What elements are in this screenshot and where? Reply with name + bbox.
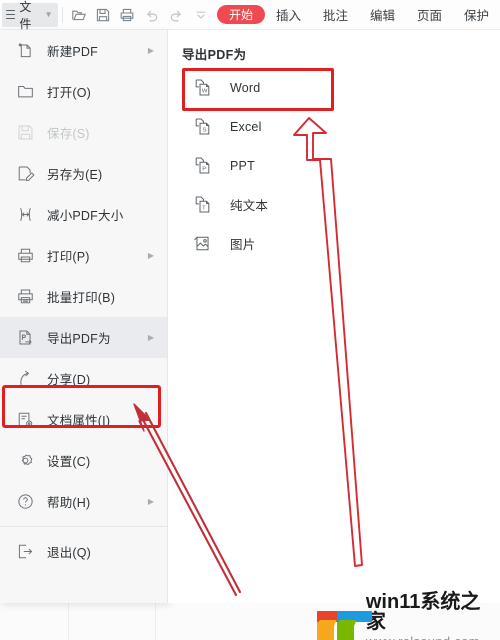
share-icon [12, 366, 38, 392]
menu-item-save: 保存(S) [0, 112, 167, 153]
chevron-down-icon: ▼ [44, 9, 53, 19]
file-menu-button[interactable]: 文件 ▼ [2, 0, 58, 31]
submenu-item-label: 图片 [230, 238, 256, 252]
menu-item-exit[interactable]: 退出(Q) [0, 531, 167, 572]
tab-start[interactable]: 开始 [216, 5, 265, 24]
export-pdf-submenu: 导出PDF为 W Word S Excel P PPT T 纯文本 图片 [168, 30, 500, 603]
open-folder-icon [12, 79, 38, 105]
wps-pdf-window: 文件 ▼ 开始 插入 批注 编辑 页面 保护 新建PDF ▶ 打开(O) 保存(… [0, 0, 500, 640]
menu-item-label: 打印(P) [47, 250, 90, 264]
menu-item-batch-print[interactable]: 批量打印(B) [0, 276, 167, 317]
open-folder-icon[interactable] [68, 3, 88, 27]
submenu-item-image[interactable]: 图片 [168, 224, 500, 263]
menu-item-help[interactable]: 帮助(H) ▶ [0, 481, 167, 522]
redo-icon[interactable] [166, 3, 186, 27]
watermark: win11系统之家 www.relsound.com [312, 592, 500, 640]
print-icon[interactable] [117, 3, 137, 27]
menu-item-print[interactable]: 打印(P) ▶ [0, 235, 167, 276]
menu-item-export-pdf[interactable]: 导出PDF为 ▶ [0, 317, 167, 358]
chevron-right-icon: ▶ [147, 45, 154, 55]
menu-item-label: 打开(O) [47, 86, 92, 100]
new-pdf-icon [12, 38, 38, 64]
export-text-icon: T [190, 193, 214, 217]
menu-item-label: 减小PDF大小 [47, 209, 124, 223]
svg-text:W: W [201, 88, 207, 94]
submenu-title: 导出PDF为 [182, 48, 247, 62]
save-as-icon [12, 161, 38, 187]
batch-print-icon [12, 284, 38, 310]
export-excel-icon: S [190, 115, 214, 139]
save-icon [12, 120, 38, 146]
export-word-icon: W [190, 76, 214, 100]
win11-logo-icon [312, 611, 372, 640]
chevron-right-icon: ▶ [147, 250, 154, 260]
watermark-text: win11系统之家 www.relsound.com [366, 592, 500, 640]
toolbar-divider [61, 6, 63, 23]
submenu-item-label: Word [230, 80, 261, 95]
menu-item-label: 批量打印(B) [47, 291, 116, 305]
submenu-item-excel[interactable]: S Excel [168, 107, 500, 146]
chevron-right-icon: ▶ [147, 496, 154, 506]
submenu-list: W Word S Excel P PPT T 纯文本 图片 [168, 68, 500, 263]
menu-divider [0, 526, 167, 527]
menu-item-save-as[interactable]: 另存为(E) [0, 153, 167, 194]
menu-item-label: 分享(D) [47, 373, 91, 387]
submenu-item-label: 纯文本 [230, 199, 269, 213]
menu-item-new-pdf[interactable]: 新建PDF ▶ [0, 30, 167, 71]
menu-item-share[interactable]: 分享(D) [0, 358, 167, 399]
compress-pdf-icon [12, 202, 38, 228]
menu-item-label: 帮助(H) [47, 496, 91, 510]
submenu-item-plain-text[interactable]: T 纯文本 [168, 185, 500, 224]
submenu-item-word[interactable]: W Word [168, 68, 500, 107]
watermark-title: win11系统之家 [365, 591, 481, 633]
undo-icon[interactable] [142, 3, 162, 27]
menu-item-label: 导出PDF为 [47, 332, 111, 346]
tab-edit[interactable]: 编辑 [359, 4, 406, 26]
top-toolbar: 文件 ▼ 开始 插入 批注 编辑 页面 保护 [0, 0, 500, 31]
chevron-right-icon: ▶ [147, 332, 154, 342]
menu-item-label: 文档属性(I) [47, 414, 111, 428]
export-image-icon [190, 232, 214, 256]
document-properties-icon [12, 407, 38, 433]
help-circle-icon [12, 489, 38, 515]
menu-item-compress-pdf[interactable]: 减小PDF大小 [0, 194, 167, 235]
customize-quick-access-icon[interactable] [191, 3, 211, 27]
tab-comment[interactable]: 批注 [312, 4, 359, 26]
svg-text:S: S [202, 127, 206, 133]
submenu-item-label: PPT [230, 158, 255, 173]
menu-item-settings[interactable]: 设置(C) [0, 440, 167, 481]
export-ppt-icon: P [190, 154, 214, 178]
hamburger-icon [6, 9, 16, 20]
tab-page[interactable]: 页面 [406, 4, 453, 26]
menu-item-document-properties[interactable]: 文档属性(I) [0, 399, 167, 440]
ribbon-tabs: 开始 插入 批注 编辑 页面 保护 [216, 4, 500, 26]
menu-item-label: 保存(S) [47, 127, 90, 141]
svg-text:P: P [202, 166, 206, 172]
print-icon [12, 243, 38, 269]
submenu-item-label: Excel [230, 119, 262, 134]
exit-icon [12, 539, 38, 565]
submenu-item-ppt[interactable]: P PPT [168, 146, 500, 185]
file-menu-label: 文件 [19, 0, 32, 31]
file-menu-panel: 新建PDF ▶ 打开(O) 保存(S) 另存为(E) 减小PDF大小 打印(P)… [0, 30, 168, 603]
watermark-url: www.relsound.com [366, 635, 500, 640]
menu-item-label: 另存为(E) [47, 168, 103, 182]
tab-protect[interactable]: 保护 [453, 4, 500, 26]
menu-item-open[interactable]: 打开(O) [0, 71, 167, 112]
menu-item-label: 新建PDF [47, 45, 99, 59]
menu-item-label: 退出(Q) [47, 546, 92, 560]
gear-icon [12, 448, 38, 474]
export-pdf-icon [12, 325, 38, 351]
svg-text:T: T [202, 205, 206, 211]
menu-item-label: 设置(C) [47, 455, 91, 469]
tab-insert[interactable]: 插入 [265, 4, 312, 26]
save-icon[interactable] [93, 3, 113, 27]
